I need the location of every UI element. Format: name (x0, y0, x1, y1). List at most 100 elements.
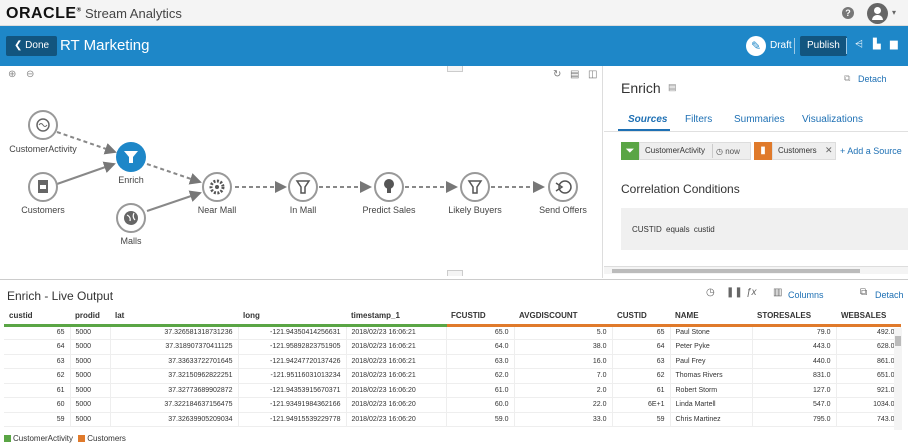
live-output-table: custid prodid lat long timestamp_1 FCUST… (4, 308, 901, 427)
table-cell: 443.0 (752, 339, 837, 355)
table-cell: 37.322184637156475 (110, 397, 239, 413)
node-label-in-mall: In Mall (289, 205, 317, 215)
header-divider (846, 38, 847, 54)
detach-link[interactable]: Detach (858, 74, 887, 84)
table-row[interactable]: 63 5000 37.33633722701645 -121.942477201374… (4, 354, 901, 369)
legend-swatch (4, 435, 11, 442)
node-customeractivity[interactable] (28, 110, 58, 140)
resize-handle-icon[interactable] (447, 270, 463, 276)
table-row[interactable]: 60 5000 37.322184637156475 -121.93491984362… (4, 397, 901, 413)
source-window[interactable]: ◷ now (716, 147, 740, 156)
node-send-offers[interactable] (548, 172, 578, 202)
active-tab-indicator (618, 129, 670, 131)
table-cell: 63.0 (446, 354, 515, 369)
table-cell: 37.318907370411125 (110, 339, 239, 355)
detach-link[interactable]: Detach (875, 290, 904, 300)
table-row[interactable]: 65 5000 37.326581318731236 -121.94350414256… (4, 325, 901, 340)
node-label-customers: Customers (21, 205, 65, 215)
correlation-condition-box[interactable]: CUSTID equals custid (621, 208, 908, 250)
scrollbar-thumb[interactable] (895, 336, 901, 346)
user-avatar-icon[interactable] (867, 3, 888, 24)
column-header[interactable]: long (238, 308, 346, 327)
live-output-title: Enrich - Live Output (7, 289, 114, 303)
table-cell: 861.0 (836, 354, 901, 369)
tab-filters[interactable]: Filters (685, 114, 712, 125)
node-customers[interactable] (28, 172, 58, 202)
edit-note-icon[interactable]: ▤ (668, 82, 677, 93)
column-header[interactable]: FCUSTID (446, 308, 514, 327)
detach-icon[interactable]: ⧉ (860, 287, 867, 298)
table-cell: 62 (612, 368, 671, 384)
node-likely-buyers[interactable] (460, 172, 490, 202)
table-cell: 547.0 (752, 397, 837, 413)
table-row[interactable]: 61 5000 37.32773689902872 -121.943539156703… (4, 383, 901, 398)
column-header[interactable]: AVGDISCOUNT (514, 308, 612, 327)
node-malls[interactable] (116, 203, 146, 233)
legend-label: Customers (87, 434, 126, 443)
column-header[interactable]: prodid (70, 308, 110, 327)
column-header[interactable]: WEBSALES (836, 308, 900, 327)
table-cell: 62 (4, 368, 71, 384)
node-near-mall[interactable] (202, 172, 232, 202)
node-enrich[interactable] (116, 142, 146, 172)
vertical-scrollbar[interactable] (894, 328, 902, 430)
table-cell: 61.0 (446, 383, 515, 398)
tab-summaries[interactable]: Summaries (734, 114, 785, 125)
header-divider (794, 38, 795, 54)
table-cell: 5.0 (514, 325, 613, 340)
column-header[interactable]: custid (4, 308, 70, 327)
table-cell: 2018/02/23 16:06:21 (346, 354, 447, 369)
share-icon[interactable]: ⩤ (855, 39, 863, 50)
table-cell: 831.0 (752, 368, 837, 384)
help-icon[interactable]: ? (842, 7, 854, 19)
export-icon[interactable]: ▙ (873, 39, 881, 50)
column-header[interactable]: CUSTID (612, 308, 670, 327)
column-header[interactable]: STORESALES (752, 308, 836, 327)
scrollbar-thumb[interactable] (612, 269, 860, 273)
table-row[interactable]: 59 5000 37.32639905209034 -121.949155392297… (4, 412, 901, 427)
chip-divider (712, 144, 713, 158)
node-predict-sales[interactable] (374, 172, 404, 202)
edge-enrich-nearmall (146, 163, 202, 185)
delete-icon[interactable]: ▆ (890, 39, 898, 50)
columns-icon[interactable]: ▥ (773, 287, 782, 298)
node-label-enrich: Enrich (118, 175, 144, 185)
function-icon[interactable]: ƒx (746, 287, 757, 298)
table-cell: 5000 (70, 325, 111, 340)
clock-icon[interactable]: ◷ (706, 287, 715, 298)
pipeline-graph (28, 110, 578, 233)
close-icon[interactable]: ✕ (825, 145, 833, 156)
lightbulb-icon (384, 179, 394, 189)
add-source-link[interactable]: + Add a Source (840, 146, 902, 156)
column-header[interactable]: NAME (670, 308, 752, 327)
horizontal-scrollbar[interactable] (604, 266, 908, 274)
reference-file-icon: ▮ (754, 142, 772, 160)
table-cell: 64 (612, 339, 671, 355)
table-cell: 65.0 (446, 325, 515, 340)
node-label-malls: Malls (120, 236, 142, 246)
tab-visualizations[interactable]: Visualizations (802, 114, 863, 125)
table-row[interactable]: 62 5000 37.32150962822251 -121.951160310132… (4, 368, 901, 384)
column-header[interactable]: timestamp_1 (346, 308, 446, 327)
node-in-mall[interactable] (288, 172, 318, 202)
table-cell: 1034.0 (836, 397, 901, 413)
table-cell: 59 (612, 412, 671, 427)
product-name: Stream Analytics (85, 6, 182, 21)
pipeline-canvas[interactable]: ⊕ ⊖ ↻ ▤ ◫ CustomerActivity Customers Enr… (0, 66, 603, 278)
table-cell: 38.0 (514, 339, 613, 355)
columns-link[interactable]: Columns (788, 290, 824, 300)
pause-icon[interactable]: ❚❚ (726, 287, 743, 298)
table-cell: 127.0 (752, 383, 837, 398)
detach-icon[interactable]: ⧉ (844, 73, 850, 84)
table-row[interactable]: 64 5000 37.318907370411125 -121.95892823751… (4, 339, 901, 355)
source-name: CustomerActivity (645, 146, 706, 155)
top-bar: ORACLE® Stream Analytics ? ▾ (0, 0, 908, 26)
tab-sources[interactable]: Sources (628, 114, 667, 125)
table-cell: 63 (612, 354, 671, 369)
chevron-down-icon[interactable]: ▾ (892, 8, 896, 17)
publish-button[interactable]: Publish (800, 36, 847, 56)
done-button[interactable]: ❮ Done (6, 36, 58, 56)
column-header[interactable]: lat (110, 308, 238, 327)
table-cell: 65 (4, 325, 71, 340)
filter-funnel-icon: ⏷ (621, 142, 639, 160)
